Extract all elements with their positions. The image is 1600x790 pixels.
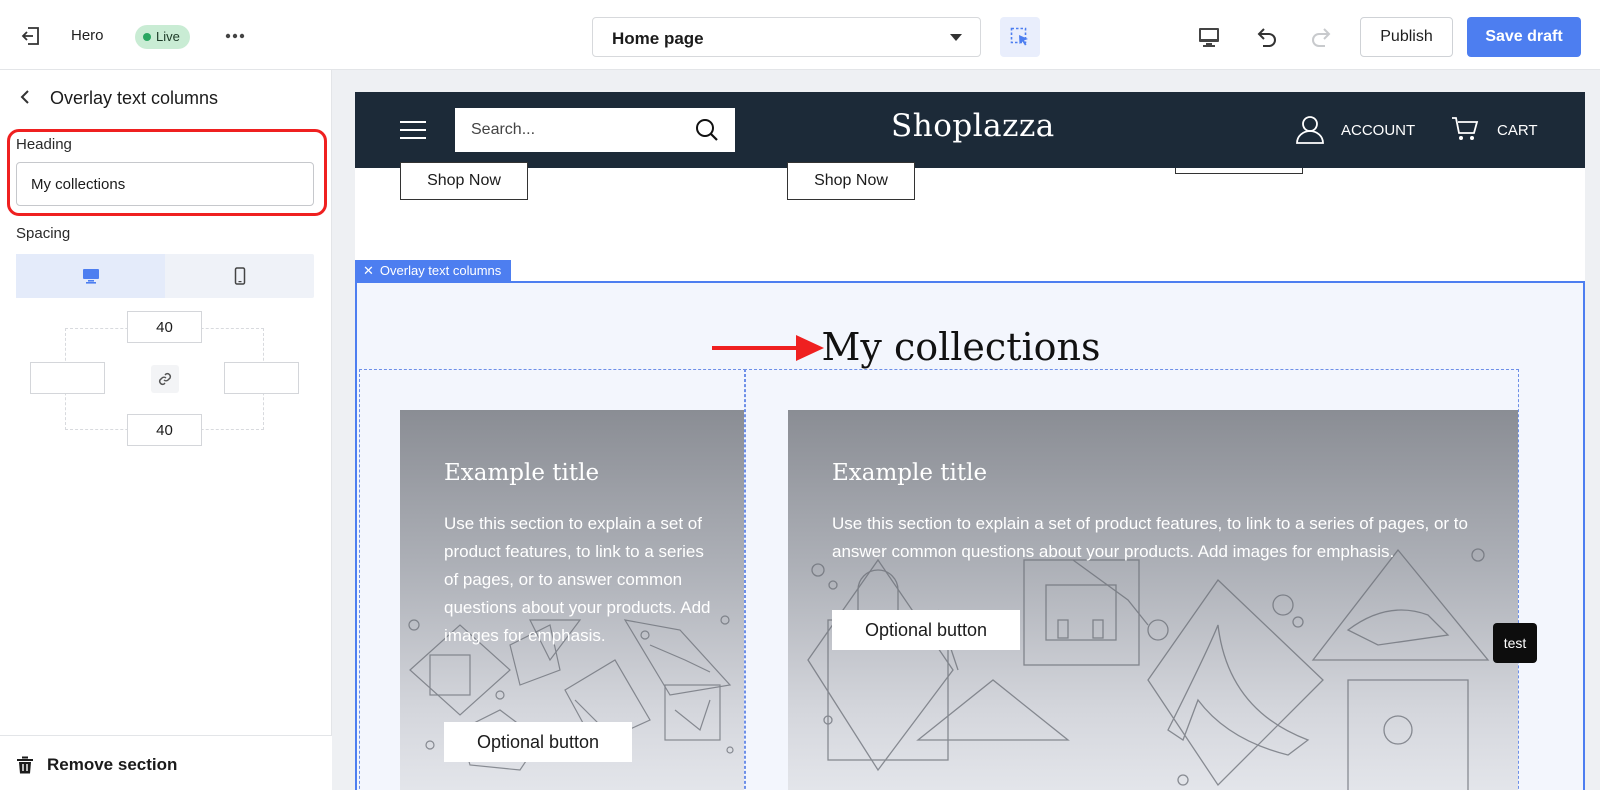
editor-topbar: Hero Live Home page Publish Save draft (0, 0, 1600, 70)
section-tag-label: Overlay text columns (379, 263, 502, 278)
theme-name: Hero (71, 27, 104, 44)
store-search-input[interactable]: Search... (455, 108, 735, 152)
heading-input[interactable] (16, 162, 314, 206)
spacing-bottom-input[interactable] (127, 414, 202, 446)
section-tag[interactable]: ✕ Overlay text columns (355, 260, 512, 282)
section-heading[interactable]: My collections (357, 325, 1565, 369)
exit-icon[interactable] (20, 25, 42, 47)
store-search-placeholder: Search... (471, 121, 536, 138)
search-icon[interactable] (695, 118, 719, 142)
card-title: Example title (832, 460, 988, 486)
arrow-icon (712, 335, 824, 361)
back-chevron-icon[interactable] (18, 87, 32, 107)
panel-footer: Remove section (0, 735, 332, 790)
link-icon (158, 372, 172, 386)
heading-label: Heading (16, 136, 72, 153)
desktop-icon (83, 269, 99, 284)
collection-card[interactable]: Example title Use this section to explai… (788, 410, 1518, 790)
close-icon[interactable]: ✕ (363, 263, 374, 278)
shop-now-button-partial[interactable] (1175, 168, 1303, 174)
element-picker-button[interactable] (1000, 17, 1040, 57)
spacing-top-input[interactable] (127, 311, 202, 343)
spacing-label: Spacing (16, 225, 71, 242)
desktop-icon[interactable] (1197, 25, 1221, 49)
panel-title: Overlay text columns (50, 88, 219, 108)
account-icon (1296, 116, 1324, 144)
store-preview: Search... Shoplazza ACCOUNT CART Shop No… (355, 92, 1585, 790)
optional-button[interactable]: Optional button (832, 610, 1020, 650)
spacing-left-input[interactable] (30, 362, 105, 394)
account-label: ACCOUNT (1341, 122, 1416, 139)
status-badge: Live (135, 25, 190, 49)
test-badge[interactable]: test (1493, 623, 1537, 663)
cart-icon (1452, 117, 1479, 140)
spacing-mobile-tab[interactable] (165, 254, 314, 298)
remove-section-label: Remove section (47, 755, 178, 774)
page-select[interactable]: Home page (592, 17, 981, 57)
save-draft-button[interactable]: Save draft (1467, 17, 1581, 57)
publish-button[interactable]: Publish (1360, 17, 1453, 57)
element-picker-icon (1010, 27, 1028, 46)
device-toggle (16, 254, 314, 298)
shop-now-button[interactable]: Shop Now (787, 162, 915, 200)
store-header: Search... Shoplazza ACCOUNT CART (355, 92, 1585, 168)
card-title: Example title (444, 460, 600, 486)
caret-down-icon (950, 34, 962, 41)
settings-panel: Overlay text columns Heading Spacing (0, 70, 332, 790)
shop-now-button[interactable]: Shop Now (400, 162, 528, 200)
status-badge-label: Live (156, 29, 180, 44)
cart-label: CART (1497, 122, 1538, 139)
spacing-desktop-tab[interactable] (16, 254, 165, 298)
trash-icon (17, 756, 33, 774)
menu-icon[interactable] (400, 119, 426, 141)
link-spacing-button[interactable] (151, 365, 179, 393)
more-icon[interactable] (223, 24, 247, 48)
store-logo[interactable]: Shoplazza (891, 108, 1055, 144)
card-text: Use this section to explain a set of pro… (444, 514, 711, 645)
undo-icon[interactable] (1254, 24, 1280, 50)
collection-card[interactable]: Example title Use this section to explai… (400, 410, 744, 790)
redo-icon[interactable] (1308, 24, 1334, 50)
live-dot-icon (143, 33, 151, 41)
card-text: Use this section to explain a set of pro… (832, 514, 1468, 561)
mobile-icon (234, 267, 246, 285)
optional-button[interactable]: Optional button (444, 722, 632, 762)
spacing-right-input[interactable] (224, 362, 299, 394)
page-select-value: Home page (612, 29, 704, 48)
overlay-text-columns-section[interactable]: My collections Example title Use this se… (355, 281, 1585, 790)
